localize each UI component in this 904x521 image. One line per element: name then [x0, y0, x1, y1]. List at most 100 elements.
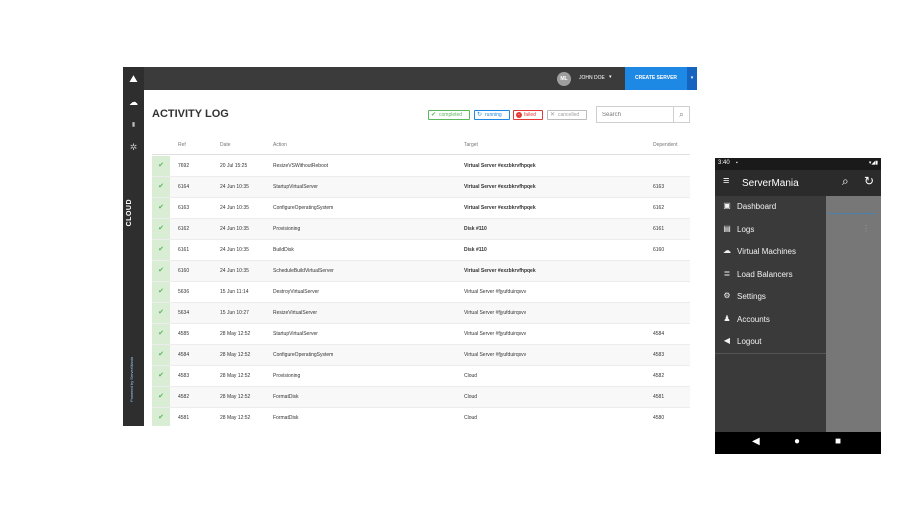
search-icon[interactable]: ⌕ [673, 107, 689, 122]
table-row[interactable]: ✔ 6161 24 Jun 10:35 BuildDisk Disk #110 … [152, 240, 690, 261]
column-header-date[interactable]: Date [220, 142, 231, 148]
accounts-icon: ♟ [723, 314, 731, 323]
drawer-item-dashboard[interactable]: ▣ Dashboard [715, 196, 826, 218]
search-input[interactable] [597, 107, 671, 122]
table-row[interactable]: ✔ 5634 15 Jun 10:27 ResizeVirtualServer … [152, 303, 690, 324]
cell-target[interactable]: Cloud [464, 373, 477, 379]
cell-target[interactable]: Virtual Server #exzbkrvfhpqek [464, 163, 536, 169]
cell-date: 24 Jun 10:35 [220, 247, 249, 253]
search-icon[interactable]: ⌕ [842, 174, 849, 189]
settings-icon: ⚙ [723, 291, 731, 300]
recents-icon[interactable]: ■ [835, 436, 841, 447]
cell-dependent[interactable]: 6163 [653, 184, 664, 190]
cell-target[interactable]: Cloud [464, 415, 477, 421]
check-icon: ✔ [152, 219, 170, 239]
filter-failed-button[interactable]: − failed [513, 110, 543, 120]
table-row[interactable]: ✔ 4582 28 May 12:52 FormatDisk Cloud 458… [152, 387, 690, 408]
cell-dependent[interactable]: 6162 [653, 205, 664, 211]
filter-failed-label: failed [524, 112, 536, 118]
cell-target[interactable]: Cloud [464, 394, 477, 400]
notification-icon: ▪ [736, 160, 738, 166]
cell-dependent[interactable]: 6161 [653, 226, 664, 232]
cell-ref: 5636 [178, 289, 190, 295]
drawer-item-label: Load Balancers [737, 270, 793, 279]
stats-icon[interactable]: ▮ [123, 119, 144, 131]
cell-target[interactable]: Virtual Server #exzbkrvfhpqek [464, 184, 536, 190]
filter-running-button[interactable]: ↻ running [474, 110, 510, 120]
cell-dependent[interactable]: 4580 [653, 415, 664, 421]
page-title: ACTIVITY LOG [152, 108, 229, 120]
drawer-item-logout[interactable]: ◀ Logout [715, 331, 826, 353]
cell-ref: 6164 [178, 184, 190, 190]
drawer-scrim[interactable] [826, 196, 881, 432]
drawer-divider [715, 353, 826, 354]
cell-target[interactable]: Virtual Server #fjyufduirqsvv [464, 310, 526, 316]
filter-completed-button[interactable]: ✔ completed [428, 110, 470, 120]
table-row[interactable]: ✔ 5636 15 Jun 11:14 DestroyVirtualServer… [152, 282, 690, 303]
table-row[interactable]: ✔ 4585 28 May 12:52 StartupVirtualServer… [152, 324, 690, 345]
table-row[interactable]: ✔ 4583 28 May 12:52 Provisioning Cloud 4… [152, 366, 690, 387]
table-row[interactable]: ✔ 4581 28 May 12:52 FormatDisk Cloud 458… [152, 408, 690, 426]
overflow-menu-icon: ⋮ [862, 224, 870, 233]
cell-target[interactable]: Disk #110 [464, 226, 487, 232]
cell-action: ScheduleBuildVirtualServer [273, 268, 334, 274]
table-row[interactable]: ✔ 6160 24 Jun 10:35 ScheduleBuildVirtual… [152, 261, 690, 282]
top-bar: ML JOHN DOE ▾ CREATE SERVER ▾ [144, 67, 697, 90]
cell-ref: 5634 [178, 310, 190, 316]
column-header-action[interactable]: Action [273, 142, 287, 148]
cell-target[interactable]: Virtual Server #fjyufduirqsvv [464, 331, 526, 337]
cell-target[interactable]: Disk #110 [464, 247, 487, 253]
column-header-dependent[interactable]: Dependent [653, 142, 677, 148]
cell-date: 28 May 12:52 [220, 331, 251, 337]
cell-action: Provisioning [273, 373, 301, 379]
check-icon: ✔ [152, 240, 170, 260]
close-icon: ✕ [550, 112, 556, 118]
cell-target[interactable]: Virtual Server #exzbkrvfhpqek [464, 268, 536, 274]
column-header-ref[interactable]: Ref [178, 142, 186, 148]
cell-ref: 4583 [178, 373, 190, 379]
brand-logo-icon[interactable]: ⛰ [123, 74, 144, 86]
cell-dependent[interactable]: 6160 [653, 247, 664, 253]
drawer-item-virtual-machines[interactable]: ☁ Virtual Machines [715, 241, 826, 263]
cell-dependent[interactable]: 4582 [653, 373, 664, 379]
cell-date: 28 May 12:52 [220, 352, 251, 358]
cell-target[interactable]: Virtual Server #fjyufduirqsvv [464, 352, 526, 358]
filter-cancelled-button[interactable]: ✕ cancelled [547, 110, 587, 120]
drawer-item-accounts[interactable]: ♟ Accounts [715, 309, 826, 331]
table-row[interactable]: ✔ 6163 24 Jun 10:35 ConfigureOperatingSy… [152, 198, 690, 219]
cloud-icon[interactable]: ☁ [123, 96, 144, 108]
menu-icon[interactable]: ≡ [723, 175, 729, 187]
refresh-icon[interactable]: ↻ [864, 174, 874, 188]
column-header-target[interactable]: Target [464, 142, 478, 148]
create-server-button[interactable]: CREATE SERVER [625, 67, 687, 90]
check-icon: ✔ [152, 366, 170, 386]
avatar[interactable]: ML [557, 72, 571, 86]
table-row[interactable]: ✔ 6164 24 Jun 10:35 StartupVirtualServer… [152, 177, 690, 198]
cell-dependent[interactable]: 4584 [653, 331, 664, 337]
table-row[interactable]: ✔ 4584 28 May 12:52 ConfigureOperatingSy… [152, 345, 690, 366]
cell-ref: 4582 [178, 394, 190, 400]
cell-date: 28 May 12:52 [220, 415, 251, 421]
settings-icon[interactable]: ✲ [123, 141, 144, 153]
cell-dependent[interactable]: 4581 [653, 394, 664, 400]
table-row[interactable]: ✔ 7692 20 Jul 15:25 ResizeVSWithoutReboo… [152, 156, 690, 177]
table-row[interactable]: ✔ 6162 24 Jun 10:35 Provisioning Disk #1… [152, 219, 690, 240]
user-name[interactable]: JOHN DOE [579, 75, 605, 81]
back-icon[interactable]: ◀ [752, 436, 760, 447]
chevron-down-icon[interactable]: ▾ [609, 74, 612, 80]
home-icon[interactable]: ● [794, 436, 800, 447]
phone-status-bar: 3:40 ▪ ▾◢▮ [715, 158, 881, 170]
drawer-item-logs[interactable]: ▤ Logs [715, 219, 826, 241]
check-icon: ✔ [152, 261, 170, 281]
cell-target[interactable]: Virtual Server #fjyufduirqsvv [464, 289, 526, 295]
check-icon: ✔ [152, 324, 170, 344]
status-time: 3:40 [718, 160, 730, 166]
check-icon: ✔ [152, 387, 170, 407]
drawer-item-settings[interactable]: ⚙ Settings [715, 286, 826, 308]
create-server-dropdown-icon[interactable]: ▾ [687, 67, 697, 90]
cell-dependent[interactable]: 4583 [653, 352, 664, 358]
drawer-item-load-balancers[interactable]: ≣ Load Balancers [715, 264, 826, 286]
minus-circle-icon: − [516, 112, 522, 118]
cell-date: 15 Jun 11:14 [220, 289, 249, 295]
cell-target[interactable]: Virtual Server #exzbkrvfhpqek [464, 205, 536, 211]
